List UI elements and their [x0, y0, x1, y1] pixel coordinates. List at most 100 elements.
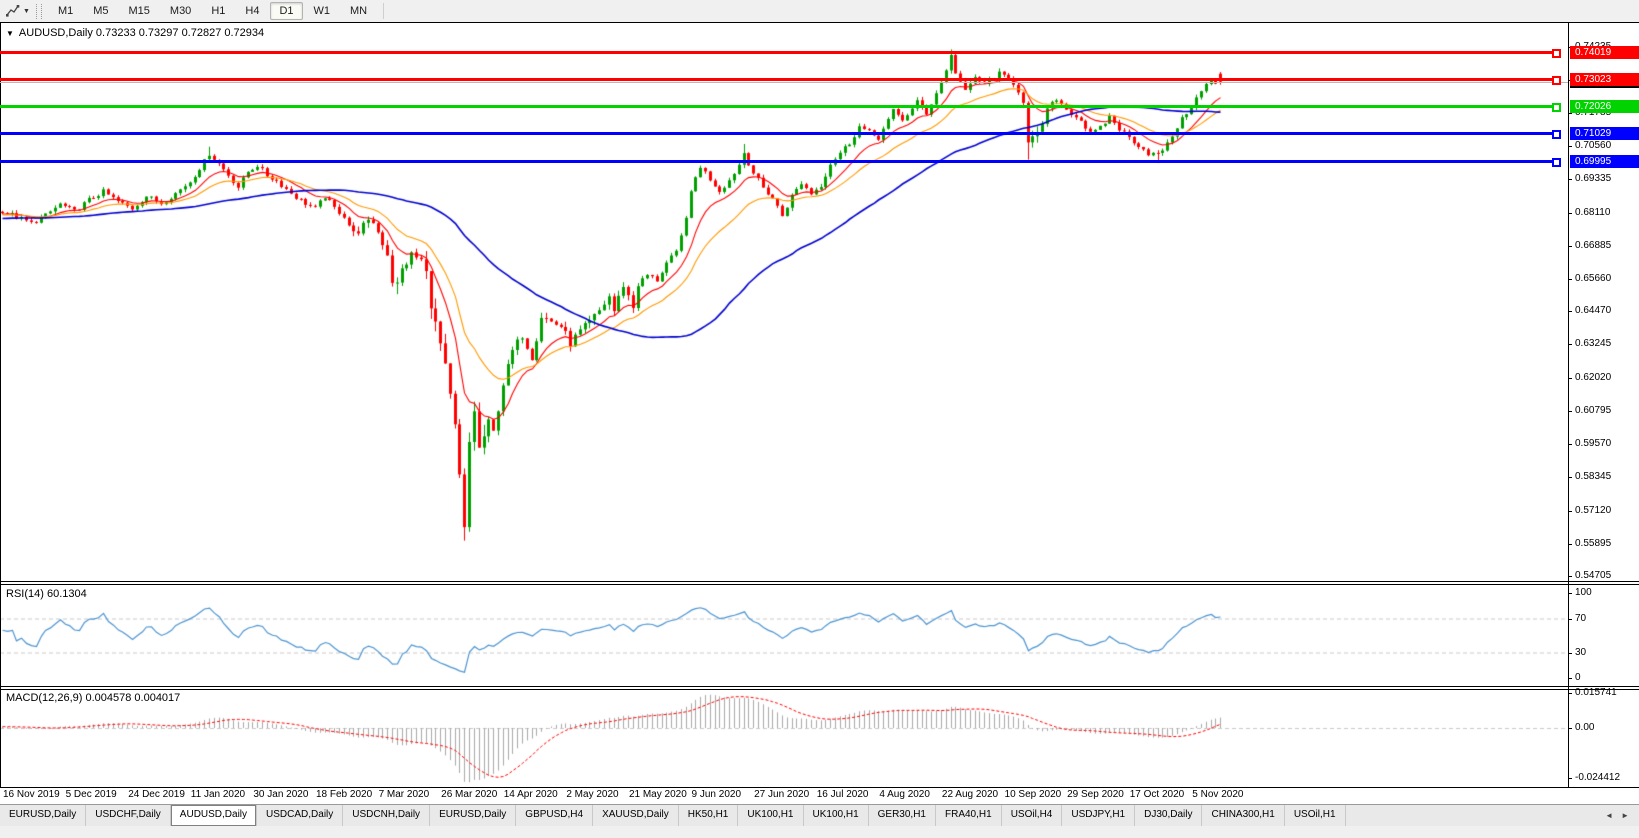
toolbar-grip[interactable] — [35, 3, 42, 19]
y-axis-tick — [1568, 410, 1572, 412]
tab-usdchf-daily-1[interactable]: USDCHF,Daily — [86, 805, 171, 826]
tab-china300-h1-16[interactable]: CHINA300,H1 — [1202, 805, 1285, 826]
tf-button-D1[interactable]: D1 — [270, 2, 303, 20]
macd-axis-tick — [1568, 778, 1572, 779]
level-line-resistance-1[interactable] — [0, 50, 1552, 54]
dropdown-caret-icon[interactable]: ▼ — [23, 8, 30, 15]
macd-bottom-border — [0, 787, 1639, 788]
status-strip — [0, 826, 1639, 838]
y-axis-tick — [1568, 146, 1572, 148]
rsi-panel-canvas[interactable] — [0, 585, 1568, 686]
date-label: 2 May 2020 — [566, 789, 619, 800]
date-label: 7 Mar 2020 — [378, 789, 430, 800]
y-axis-tick-label: 0.55895 — [1575, 537, 1612, 549]
level-line-resistance-2[interactable] — [0, 77, 1552, 81]
tab-usoil-h4-13[interactable]: USOil,H4 — [1002, 805, 1063, 826]
y-axis-tick-label: 0.70560 — [1575, 140, 1612, 152]
tf-button-W1[interactable]: W1 — [305, 2, 340, 20]
tf-button-M15[interactable]: M15 — [120, 2, 159, 20]
tab-xauusd-daily-7[interactable]: XAUUSD,Daily — [593, 805, 679, 826]
y-axis-tick-label: 0.65660 — [1575, 273, 1612, 284]
level-badge-resistance-2: 0.73023 — [1570, 72, 1639, 86]
rsi-axis-tick — [1568, 678, 1572, 679]
date-label: 14 Apr 2020 — [503, 789, 558, 800]
tab-uk100-h1-9[interactable]: UK100,H1 — [738, 805, 804, 826]
level-handle-support-2[interactable] — [1552, 157, 1561, 167]
macd-axis-tick — [1568, 693, 1572, 694]
y-axis-tick — [1568, 179, 1572, 181]
toolbar-separator — [383, 3, 385, 19]
date-label: 5 Dec 2019 — [65, 789, 117, 800]
macd-axis-label: 0.015741 — [1575, 687, 1617, 698]
tab-ger30-h1-11[interactable]: GER30,H1 — [869, 805, 936, 826]
y-axis-tick — [1568, 245, 1572, 247]
tab-audusd-daily-2[interactable]: AUDUSD,Daily — [170, 805, 258, 826]
date-label: 27 Jun 2020 — [754, 789, 810, 800]
y-axis-tick-label: 0.66885 — [1575, 239, 1612, 251]
tab-scroll-left-icon[interactable]: ◄ — [1605, 811, 1613, 820]
y-axis-tick — [1568, 477, 1572, 479]
y-axis-tick-label: 0.54705 — [1575, 570, 1612, 581]
level-handle-support-1[interactable] — [1552, 129, 1561, 139]
level-handle-resistance-2[interactable] — [1552, 75, 1561, 85]
level-badge-pivot: 0.72026 — [1570, 99, 1639, 113]
level-handle-pivot[interactable] — [1552, 102, 1561, 112]
date-label: 16 Nov 2019 — [3, 789, 60, 800]
date-label: 26 Mar 2020 — [441, 789, 498, 800]
tab-gbpusd-h4-6[interactable]: GBPUSD,H4 — [516, 805, 594, 826]
macd-label: MACD(12,26,9) 0.004578 0.004017 — [6, 692, 181, 704]
y-axis-tick — [1568, 311, 1572, 313]
y-axis-tick-label: 0.58345 — [1575, 471, 1612, 483]
tab-eurusd-daily-5[interactable]: EURUSD,Daily — [430, 805, 517, 826]
tab-usdjpy-h1-14[interactable]: USDJPY,H1 — [1062, 805, 1136, 826]
tf-button-M1[interactable]: M1 — [49, 2, 82, 20]
y-axis-tick — [1568, 444, 1572, 446]
macd-axis-label: 0.00 — [1575, 722, 1595, 733]
tab-usoil-h1-17[interactable]: USOil,H1 — [1285, 805, 1346, 826]
y-axis-tick-label: 0.64470 — [1575, 305, 1612, 317]
level-badge-support-1: 0.71029 — [1570, 126, 1639, 140]
tab-eurusd-daily-0[interactable]: EURUSD,Daily — [0, 805, 87, 826]
current-price-line — [0, 81, 1568, 83]
rsi-axis-tick — [1568, 593, 1572, 594]
level-line-support-2[interactable] — [0, 159, 1552, 163]
date-label: 21 May 2020 — [628, 789, 687, 800]
y-axis-tick — [1568, 576, 1572, 577]
level-line-pivot[interactable] — [0, 104, 1552, 108]
tab-usdcad-daily-3[interactable]: USDCAD,Daily — [257, 805, 344, 826]
tab-fra40-h1-12[interactable]: FRA40,H1 — [936, 805, 1002, 826]
macd-panel-canvas[interactable] — [0, 690, 1568, 787]
rsi-label: RSI(14) 60.1304 — [6, 588, 87, 600]
level-handle-resistance-1[interactable] — [1552, 48, 1561, 58]
level-line-support-1[interactable] — [0, 131, 1552, 135]
date-label: 5 Nov 2020 — [1192, 789, 1244, 800]
y-axis-tick-label: 0.59570 — [1575, 438, 1612, 450]
level-badge-resistance-1: 0.74019 — [1570, 45, 1639, 59]
collapse-triangle-icon[interactable]: ▼ — [6, 29, 14, 38]
date-label: 16 Jul 2020 — [816, 789, 869, 800]
y-axis-tick — [1568, 543, 1572, 545]
y-axis-tick — [1568, 212, 1572, 214]
rsi-axis-label: 100 — [1575, 587, 1592, 598]
y-axis-tick — [1568, 377, 1572, 379]
timeframe-toolbar: ▼ M1 M5 M15 M30 H1 H4 D1 W1 MN — [0, 0, 1639, 22]
tf-button-M5[interactable]: M5 — [84, 2, 117, 20]
y-axis-tick — [1568, 279, 1572, 280]
macd-axis-label: -0.024412 — [1575, 772, 1621, 783]
rsi-axis-tick — [1568, 652, 1572, 654]
chart-title: ▼ AUDUSD,Daily 0.73233 0.73297 0.72827 0.… — [6, 27, 264, 39]
rsi-axis-label: 0 — [1575, 672, 1581, 683]
tab-usdcnh-daily-4[interactable]: USDCNH,Daily — [343, 805, 431, 826]
tab-dj30-daily-15[interactable]: DJ30,Daily — [1135, 805, 1203, 826]
tab-scroll-right-icon[interactable]: ► — [1621, 811, 1629, 820]
tf-button-H1[interactable]: H1 — [202, 2, 234, 20]
tf-button-M30[interactable]: M30 — [161, 2, 200, 20]
tf-button-H4[interactable]: H4 — [236, 2, 268, 20]
tab-hk50-h1-8[interactable]: HK50,H1 — [679, 805, 739, 826]
date-label: 29 Sep 2020 — [1067, 789, 1124, 800]
chart-title-text: AUDUSD,Daily 0.73233 0.73297 0.72827 0.7… — [18, 27, 265, 39]
cursor-tool-icon[interactable]: ▼ — [3, 3, 32, 19]
tab-uk100-h1-10[interactable]: UK100,H1 — [804, 805, 869, 826]
y-axis-tick — [1568, 510, 1572, 512]
tf-button-MN[interactable]: MN — [341, 2, 376, 20]
